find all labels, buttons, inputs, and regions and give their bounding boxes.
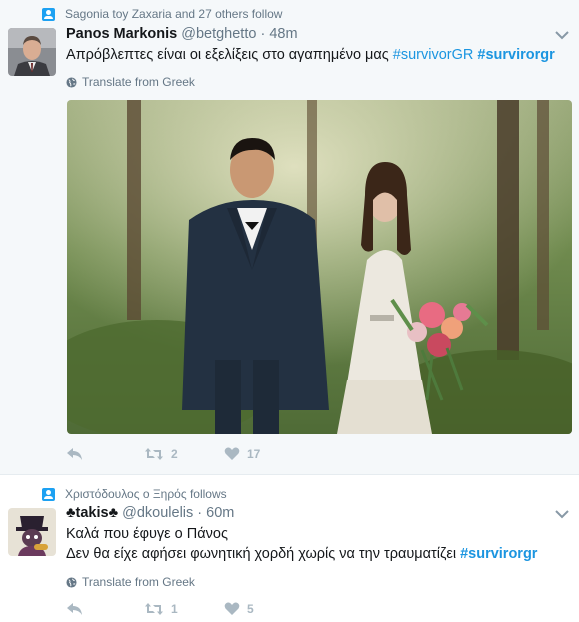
tweet-header: ♣takis♣ @dkoulelis · 60m (66, 505, 234, 521)
author-name[interactable]: Panos Markonis (66, 26, 177, 42)
retweet-icon (145, 603, 163, 615)
tweet-text-body: Δεν θα είχε αφήσει φωνητική χορδή χωρίς … (66, 546, 461, 562)
tweet-text: Απρόβλεπτες είναι οι εξελίξεις στο αγαπη… (66, 45, 555, 65)
person-icon (42, 487, 55, 501)
social-context[interactable]: Sagonia toy Zaxaria and 27 others follow (42, 7, 282, 21)
hashtag-link[interactable]: #survirorgr (477, 47, 554, 63)
hashtag-link[interactable]: #survirorgr (460, 546, 537, 562)
reply-icon (67, 603, 82, 615)
tweet-text-body: Απρόβλεπτες είναι οι εξελίξεις στο αγαπη… (66, 47, 393, 63)
author-name-text: takis (75, 505, 109, 521)
club-symbol: ♣ (108, 505, 119, 521)
tweet-text-line-2: Δεν θα είχε αφήσει φωνητική χορδή χωρίς … (66, 544, 537, 564)
author-name[interactable]: ♣takis♣ (66, 505, 118, 521)
retweet-button[interactable]: 1 (144, 602, 224, 616)
hashtag-link[interactable]: #survivorGR (393, 47, 474, 63)
translate-link[interactable]: Translate from Greek (66, 575, 195, 589)
tweet-time[interactable]: · 48m (260, 26, 297, 42)
like-count: 5 (247, 602, 254, 616)
globe-icon (66, 76, 77, 88)
retweet-count: 2 (171, 447, 178, 461)
reply-button[interactable] (66, 447, 144, 461)
translate-link[interactable]: Translate from Greek (66, 75, 195, 89)
social-context-text: Χριστόδουλος ο Ξηρός follows (65, 487, 227, 501)
social-context[interactable]: Χριστόδουλος ο Ξηρός follows (42, 487, 227, 501)
heart-icon (224, 447, 240, 460)
reply-icon (67, 448, 82, 460)
tweet-header: Panos Markonis @betghetto · 48m (66, 26, 298, 42)
author-handle[interactable]: @betghetto (181, 26, 256, 42)
retweet-icon (145, 448, 163, 460)
avatar[interactable] (8, 28, 56, 76)
translate-text: Translate from Greek (82, 575, 195, 589)
club-symbol: ♣ (66, 505, 76, 521)
social-context-text: Sagonia toy Zaxaria and 27 others follow (65, 7, 283, 21)
heart-icon (224, 602, 240, 615)
translate-text: Translate from Greek (82, 75, 195, 89)
tweet-actions: 1 5 (66, 602, 254, 616)
chevron-down-icon[interactable] (555, 30, 569, 40)
person-icon (42, 7, 55, 21)
like-count: 17 (247, 447, 261, 461)
author-handle[interactable]: @dkoulelis (122, 505, 193, 521)
tweet-actions: 2 17 (66, 447, 260, 461)
avatar[interactable] (8, 508, 56, 556)
like-button[interactable]: 17 (224, 447, 260, 461)
tweet-1[interactable]: Sagonia toy Zaxaria and 27 others follow… (0, 0, 579, 474)
tweet-2[interactable]: Χριστόδουλος ο Ξηρός follows ♣takis♣ @dk… (0, 474, 579, 622)
like-button[interactable]: 5 (224, 602, 254, 616)
reply-button[interactable] (66, 602, 144, 616)
tweet-photo[interactable] (67, 100, 572, 434)
globe-icon (66, 576, 77, 588)
tweet-time[interactable]: · 60m (197, 505, 234, 521)
chevron-down-icon[interactable] (555, 509, 569, 519)
retweet-count: 1 (171, 602, 178, 616)
retweet-button[interactable]: 2 (144, 447, 224, 461)
tweet-text-line-1: Καλά που έφυγε ο Πάνος (66, 526, 228, 542)
